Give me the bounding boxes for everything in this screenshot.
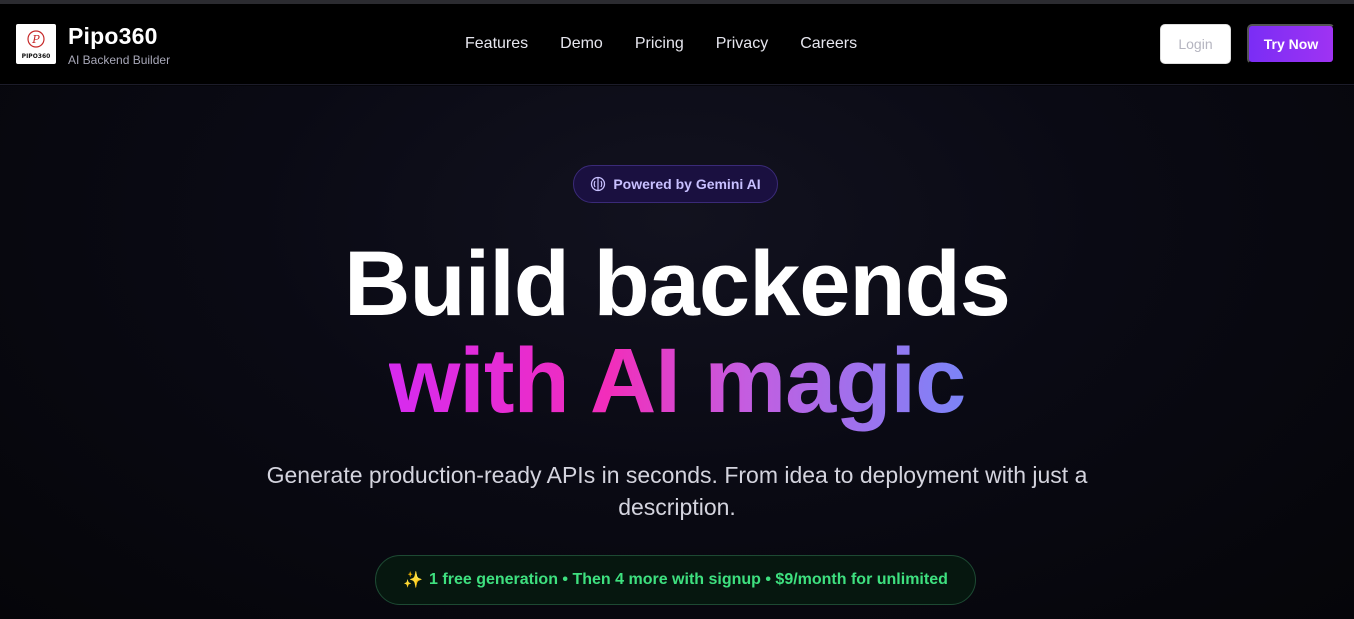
nav-link-privacy[interactable]: Privacy	[716, 35, 768, 53]
hero-section: Powered by Gemini AI Build backends with…	[0, 86, 1354, 619]
login-button[interactable]: Login	[1160, 24, 1231, 64]
sparkles-icon: ✨	[403, 572, 424, 589]
offer-pill: ✨ 1 free generation • Then 4 more with s…	[375, 555, 976, 605]
hero-description: Generate production-ready APIs in second…	[266, 462, 1088, 520]
nav-link-pricing[interactable]: Pricing	[635, 35, 684, 53]
nav-link-features[interactable]: Features	[465, 35, 528, 53]
brand-tagline: AI Backend Builder	[68, 53, 171, 67]
offer-text: 1 free generation • Then 4 more with sig…	[429, 571, 948, 588]
top-navbar: P PIPO360 Pipo360 AI Backend Builder Fea…	[0, 4, 1354, 85]
powered-by-badge: Powered by Gemini AI	[573, 165, 778, 203]
nav-link-careers[interactable]: Careers	[800, 35, 857, 53]
try-now-button[interactable]: Try Now	[1247, 24, 1335, 64]
hero-title-gradient-text: with AI magic	[388, 330, 967, 432]
main-nav: Features Demo Pricing Privacy Careers	[465, 35, 889, 53]
svg-text:PIPO360: PIPO360	[22, 53, 51, 60]
nav-link-demo[interactable]: Demo	[560, 35, 603, 53]
brand-logo[interactable]: P PIPO360	[16, 24, 56, 64]
hero-title-line1: Build backends	[344, 233, 1011, 335]
brand-name[interactable]: Pipo360	[68, 23, 158, 50]
svg-text:P: P	[31, 33, 40, 46]
badge-label: Powered by Gemini AI	[613, 176, 761, 192]
brain-icon	[591, 176, 606, 192]
pipo-logo-icon: P PIPO360	[22, 30, 51, 60]
hero-title-line2: with AI magic	[0, 331, 1354, 431]
